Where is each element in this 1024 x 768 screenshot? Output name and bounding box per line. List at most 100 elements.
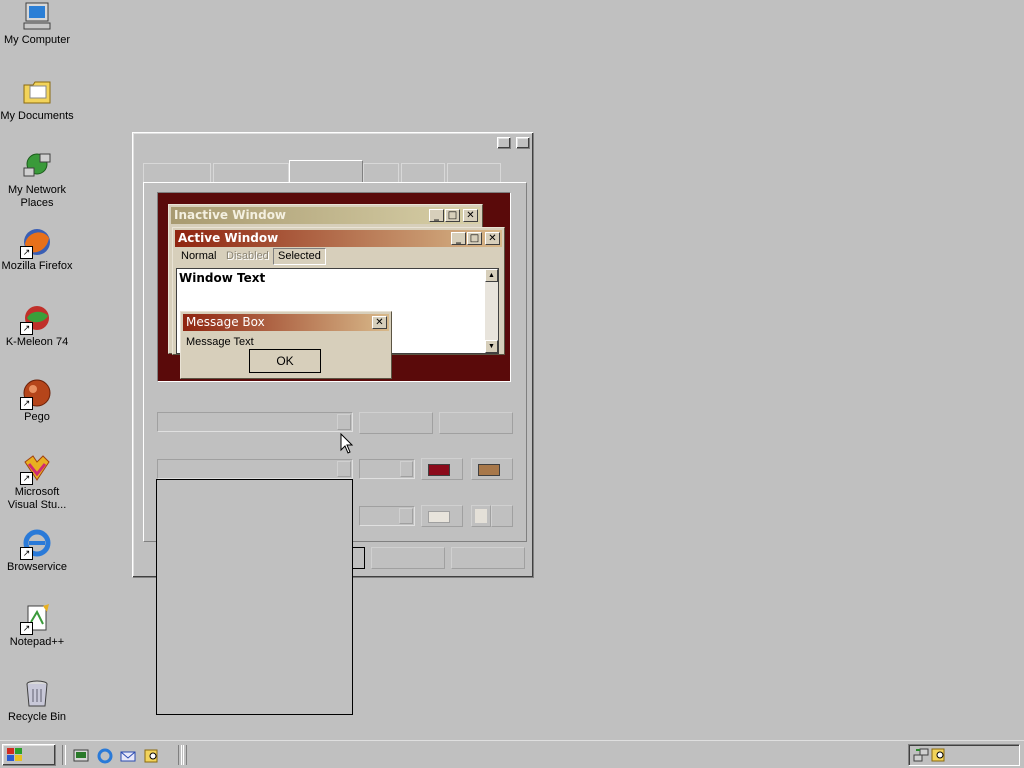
desktop-icon-pego[interactable]: ↗ Pego <box>0 377 74 424</box>
bold-button[interactable] <box>471 505 491 527</box>
tab-screen-saver[interactable] <box>213 163 289 183</box>
taskbar <box>0 740 1024 768</box>
desktop-icon-visual-studio[interactable]: ↗ Microsoft Visual Stu... <box>0 452 74 512</box>
dropdown-arrow-button[interactable] <box>337 414 351 430</box>
preview-scrollbar: ▲ ▼ <box>485 269 498 353</box>
minimize-icon: _ <box>429 209 444 222</box>
minimize-icon: _ <box>451 232 466 245</box>
scroll-up-icon: ▲ <box>485 269 498 282</box>
window-text: Window Text <box>179 271 266 285</box>
italic-button[interactable] <box>491 505 513 527</box>
tab-settings[interactable] <box>447 163 501 183</box>
message-box-preview: Message Box ✕ Message Text OK <box>180 311 392 379</box>
desktop-icon-label: My Network Places <box>7 184 67 209</box>
close-icon: ✕ <box>485 232 500 245</box>
outlook-express-icon[interactable] <box>120 748 136 764</box>
dropdown-arrow-button[interactable] <box>337 461 351 477</box>
active-window-title: Active Window <box>178 231 279 245</box>
desktop-icon-recycle-bin[interactable]: Recycle Bin <box>0 677 74 724</box>
taskbar-separator <box>62 745 66 765</box>
active-title-bar: Active Window _ □ ✕ <box>175 230 502 247</box>
close-icon: ✕ <box>372 316 387 329</box>
show-desktop-icon[interactable] <box>73 748 89 764</box>
msgbox-title-bar: Message Box ✕ <box>183 314 389 331</box>
message-text: Message Text <box>186 336 254 348</box>
appearance-preview: Inactive Window _ □ ✕ Active Window _ □ … <box>157 192 511 382</box>
desktop-icon-my-computer[interactable]: My Computer <box>0 0 74 47</box>
desktop-icon-browservice[interactable]: ↗ Browservice <box>0 527 74 574</box>
mouse-cursor-icon <box>340 433 354 454</box>
taskbar-separator <box>178 745 182 765</box>
tab-background[interactable] <box>143 163 211 183</box>
dropdown-arrow-button[interactable] <box>399 508 413 524</box>
desktop-icon-firefox[interactable]: ↗ Mozilla Firefox <box>0 226 74 273</box>
save-as-button[interactable] <box>359 412 433 434</box>
color1-swatch <box>428 464 450 476</box>
desktop-icon-label: Microsoft Visual Stu... <box>7 486 67 511</box>
system-tray <box>908 744 1020 766</box>
color2-swatch <box>478 464 500 476</box>
close-icon: ✕ <box>463 209 478 222</box>
shortcut-arrow-icon: ↗ <box>20 397 33 410</box>
desktop-icon-label: Recycle Bin <box>7 711 67 723</box>
inactive-title-bar: Inactive Window _ □ ✕ <box>171 207 480 224</box>
shortcut-arrow-icon: ↗ <box>20 472 33 485</box>
desktop-icon-label: Pego <box>24 411 50 423</box>
color2-button[interactable] <box>471 458 513 480</box>
windows-logo-icon <box>7 748 22 761</box>
ok-label: OK <box>276 354 294 368</box>
delete-button[interactable] <box>439 412 513 434</box>
desktop-icon-label: Notepad++ <box>9 636 65 648</box>
menu-normal: Normal <box>181 250 217 262</box>
font-color-button[interactable] <box>421 505 463 527</box>
tab-appearance[interactable] <box>289 160 363 183</box>
size-spinner[interactable] <box>359 459 415 479</box>
desktop-icon-my-documents[interactable]: My Documents <box>0 76 74 123</box>
inactive-window-title: Inactive Window <box>174 208 287 222</box>
close-button[interactable] <box>516 137 530 149</box>
maximize-icon: □ <box>445 209 460 222</box>
computer-icon <box>23 2 51 30</box>
shortcut-arrow-icon: ↗ <box>20 246 33 259</box>
spinner-buttons[interactable] <box>400 461 413 477</box>
desktop-icon-label: My Computer <box>3 34 71 46</box>
recycle-bin-icon <box>26 680 48 707</box>
scheme-dropdown[interactable] <box>157 412 353 432</box>
preview-menu-bar: Normal Disabled Selected <box>175 248 502 265</box>
cancel-button[interactable] <box>371 547 445 569</box>
network-tray-icon[interactable] <box>913 747 929 763</box>
scroll-down-icon: ▼ <box>485 340 498 353</box>
network-icon <box>23 153 51 177</box>
help-button[interactable] <box>497 137 511 149</box>
desktop-icon-label: My Documents <box>0 110 74 122</box>
font-color-swatch <box>428 511 450 523</box>
maximize-icon: □ <box>467 232 482 245</box>
desktop-icon-notepadpp[interactable]: ↗ Notepad++ <box>0 602 74 649</box>
tab-web[interactable] <box>363 163 399 183</box>
search-icon[interactable] <box>144 748 160 764</box>
desktop-icon-label: K-Meleon 74 <box>5 336 69 348</box>
menu-disabled: Disabled <box>226 250 269 262</box>
folder-icon <box>23 81 51 104</box>
ie-icon[interactable] <box>97 748 113 764</box>
item-dropdown[interactable] <box>157 459 353 479</box>
shortcut-arrow-icon: ↗ <box>20 322 33 335</box>
search-tray-icon[interactable] <box>931 747 947 763</box>
desktop-icon-label: Mozilla Firefox <box>1 260 73 272</box>
color1-button[interactable] <box>421 458 463 480</box>
tab-effects[interactable] <box>401 163 445 183</box>
desktop-icon-label: Browservice <box>7 561 67 573</box>
message-box-title: Message Box <box>186 315 265 329</box>
font-size-dropdown[interactable] <box>359 506 415 526</box>
desktop-icon-kmeleon[interactable]: ↗ K-Meleon 74 <box>0 302 74 349</box>
desktop-icon-network-places[interactable]: My Network Places <box>0 150 74 210</box>
menu-selected: Selected <box>273 248 326 265</box>
item-dropdown-list[interactable] <box>156 479 353 715</box>
bold-indicator <box>475 509 487 523</box>
msgbox-ok-button: OK <box>249 349 321 373</box>
apply-button[interactable] <box>451 547 525 569</box>
taskbar-separator <box>183 745 187 765</box>
start-button[interactable] <box>2 744 56 766</box>
shortcut-arrow-icon: ↗ <box>20 622 33 635</box>
shortcut-arrow-icon: ↗ <box>20 547 33 560</box>
